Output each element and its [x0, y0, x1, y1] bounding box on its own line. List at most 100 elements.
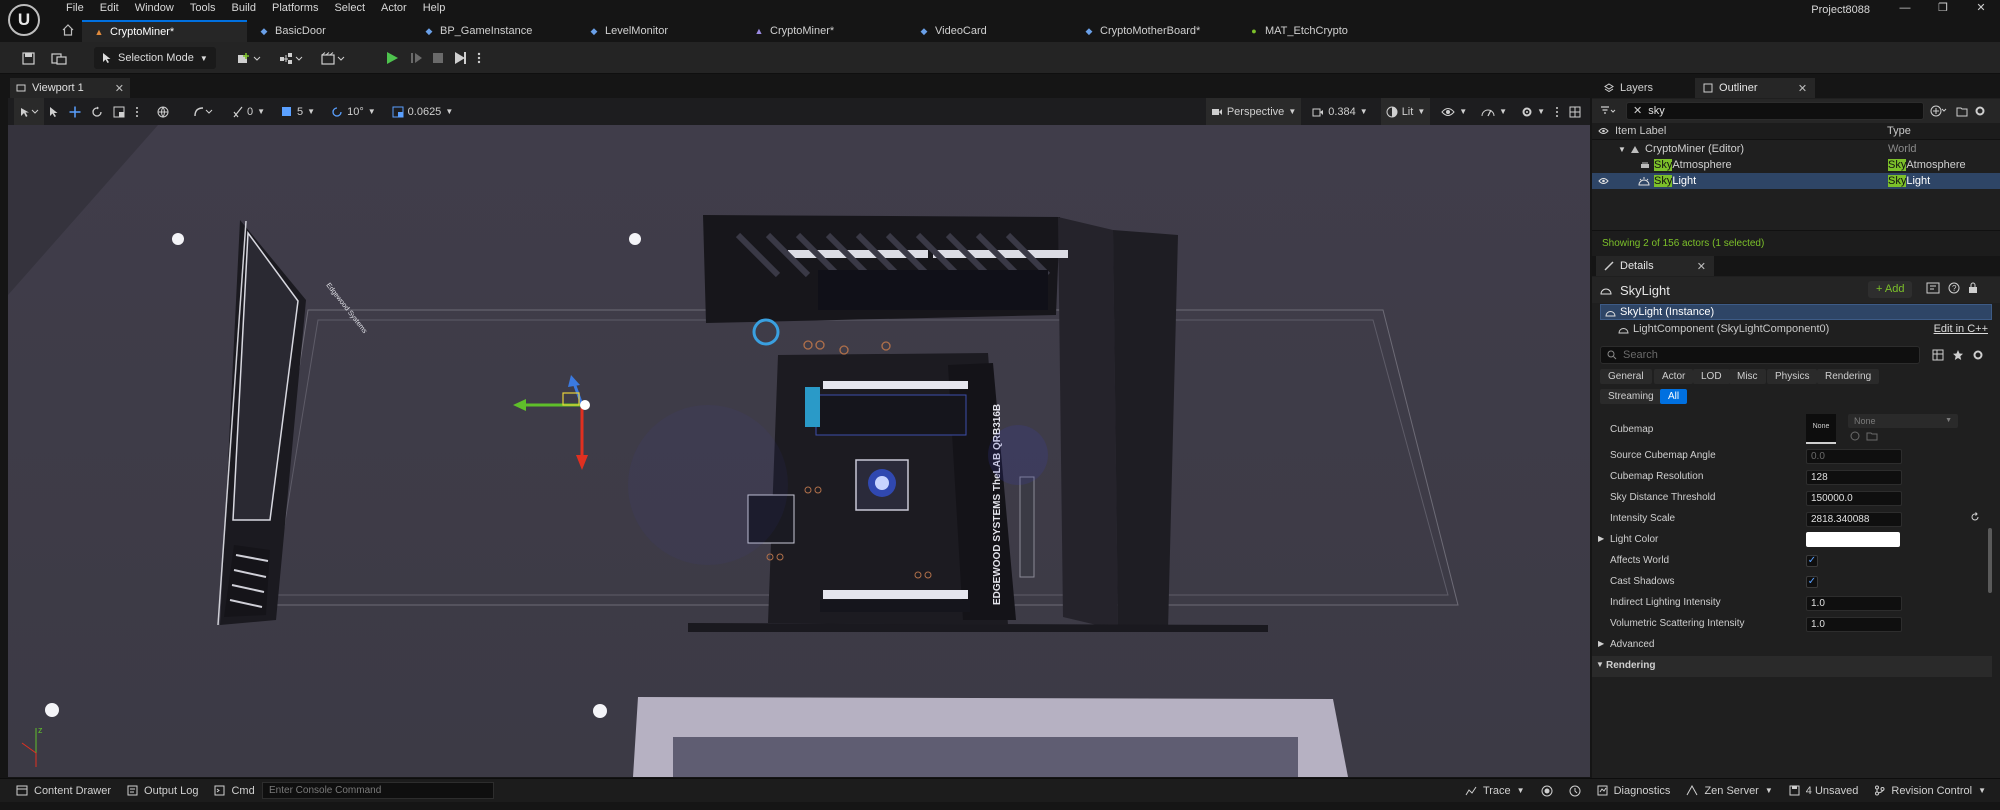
rotate-tool-icon[interactable] [86, 98, 108, 125]
tab-details[interactable]: Details ✕ [1596, 256, 1714, 276]
column-item-label[interactable]: Item Label [1615, 125, 1666, 137]
menu-file[interactable]: File [58, 0, 92, 17]
restore-icon[interactable]: ❐ [1924, 0, 1962, 17]
lock-icon[interactable] [1968, 282, 1978, 294]
grid-snap-dropdown[interactable]: 0.0625 ▼ [387, 98, 459, 125]
close-icon[interactable]: ✕ [1697, 260, 1706, 273]
record-icon[interactable] [1533, 779, 1561, 803]
close-icon[interactable]: ✕ [115, 82, 124, 95]
edit-in-cpp-link[interactable]: Edit in C++ [1934, 323, 1988, 335]
settings-icon[interactable] [1974, 105, 1986, 117]
surface-snap-toggle[interactable] [188, 98, 218, 125]
reset-to-default-icon[interactable] [1970, 512, 1980, 522]
table-view-icon[interactable] [1932, 349, 1944, 361]
menu-actor[interactable]: Actor [373, 0, 415, 17]
show-flags-dropdown[interactable]: ▼ [1436, 98, 1472, 125]
trace-dropdown[interactable]: Trace ▼ [1457, 779, 1533, 803]
add-filter-icon[interactable] [1930, 105, 1948, 117]
pause-play-icon[interactable] [406, 47, 426, 69]
menu-help[interactable]: Help [415, 0, 454, 17]
instance-row[interactable]: SkyLight (Instance) [1600, 304, 1992, 320]
visibility-eye-icon[interactable] [1598, 177, 1609, 185]
actor-name[interactable]: SkyLight [1620, 283, 1670, 298]
home-icon[interactable] [62, 24, 74, 36]
category-misc[interactable]: Misc [1729, 369, 1766, 384]
settings-icon[interactable] [1972, 349, 1984, 361]
favorites-star-icon[interactable] [1952, 349, 1964, 361]
source-cubemap-angle-field[interactable]: 0.0 [1806, 449, 1902, 464]
rotation-snap-dropdown[interactable]: 0 ▼ [228, 98, 270, 125]
add-component-button[interactable]: + Add [1868, 281, 1913, 298]
zen-server-dropdown[interactable]: Zen Server ▼ [1678, 779, 1780, 803]
component-row[interactable]: LightComponent (SkyLightComponent0) Edit… [1600, 321, 1992, 337]
more-icon[interactable] [130, 98, 144, 125]
category-physics[interactable]: Physics [1767, 369, 1818, 384]
scale-tool-icon[interactable] [108, 98, 130, 125]
tab-bp-gameinstance[interactable]: ◆ BP_GameInstance [412, 20, 577, 42]
viewport-settings-dropdown[interactable]: ▼ [1516, 98, 1550, 125]
clear-search-icon[interactable]: ✕ [1633, 103, 1642, 119]
details-scrollbar[interactable] [1988, 528, 1992, 593]
menu-tools[interactable]: Tools [182, 0, 224, 17]
tab-cryptominer-2[interactable]: ▲ CryptoMiner* [742, 20, 907, 42]
unsaved-button[interactable]: 4 Unsaved [1781, 779, 1867, 803]
blueprint-icon[interactable] [1926, 282, 1940, 294]
chevron-down-icon[interactable]: ▼ [1618, 145, 1626, 154]
help-icon[interactable]: ? [1948, 282, 1960, 294]
tab-layers[interactable]: Layers [1596, 78, 1661, 98]
stop-icon[interactable] [428, 47, 448, 69]
tab-levelmonitor[interactable]: ◆ LevelMonitor [577, 20, 742, 42]
tab-cryptominer[interactable]: ▲ CryptoMiner* [82, 20, 247, 42]
translate-tool-icon[interactable] [64, 98, 86, 125]
world-local-toggle[interactable] [152, 98, 174, 125]
perspective-dropdown[interactable]: Perspective ▼ [1205, 98, 1302, 125]
revision-control-dropdown[interactable]: Revision Control ▼ [1866, 779, 1994, 803]
select-tool-icon[interactable] [44, 98, 64, 125]
outliner-row-skylight[interactable]: SkyLight SkyLight [1592, 173, 2000, 189]
tab-mat-etchcrypto[interactable]: ● MAT_EtchCrypto [1237, 20, 1402, 42]
more-options-icon[interactable] [470, 47, 488, 69]
cubemap-thumbnail[interactable]: None [1806, 414, 1836, 444]
light-color-swatch[interactable] [1806, 532, 1900, 547]
tab-viewport-1[interactable]: Viewport 1 ✕ [10, 78, 130, 98]
tab-cryptomotherboard[interactable]: ◆ CryptoMotherBoard* [1072, 20, 1237, 42]
blueprint-menu-icon[interactable] [276, 47, 306, 69]
category-all[interactable]: All [1660, 389, 1688, 404]
details-search-input[interactable]: Search [1600, 346, 1920, 364]
realtime-dropdown[interactable]: ▼ [1476, 98, 1512, 125]
console-command-input[interactable]: Enter Console Command [262, 782, 494, 799]
use-selected-asset-icon[interactable] [1850, 431, 1860, 441]
intensity-scale-field[interactable]: 2818.340088 [1806, 512, 1902, 527]
sky-distance-threshold-field[interactable]: 150000.0 [1806, 491, 1902, 506]
eject-icon[interactable] [450, 47, 470, 69]
layout-icon[interactable] [1564, 98, 1586, 125]
column-type[interactable]: Type [1887, 125, 1911, 137]
outliner-row-skyatmosphere[interactable]: SkyAtmosphere SkyAtmosphere [1592, 157, 2000, 173]
menu-build[interactable]: Build [224, 0, 264, 17]
diagnostics-button[interactable]: Diagnostics [1589, 779, 1679, 803]
category-actor[interactable]: Actor [1654, 369, 1694, 384]
section-rendering[interactable]: ▼ Rendering [1592, 656, 1992, 677]
angle-snap-dropdown[interactable]: 10° ▼ [326, 98, 381, 125]
play-icon[interactable] [382, 47, 402, 69]
outliner-search-input[interactable]: ✕ sky [1626, 102, 1924, 120]
transform-mode-menu[interactable] [14, 98, 44, 125]
menu-select[interactable]: Select [326, 0, 373, 17]
tab-basicdoor[interactable]: ◆ BasicDoor [247, 20, 412, 42]
indirect-lighting-intensity-field[interactable]: 1.0 [1806, 596, 1902, 611]
scale-snap-dropdown[interactable]: 5 ▼ [276, 98, 320, 125]
cubemap-asset-dropdown[interactable]: None ▼ [1848, 414, 1958, 428]
save-icon[interactable] [18, 47, 38, 69]
close-icon[interactable]: ✕ [1798, 82, 1807, 95]
outliner-row-world[interactable]: ▼ CryptoMiner (Editor) World [1592, 141, 2000, 157]
content-browser-icon[interactable] [48, 47, 70, 69]
category-general[interactable]: General [1600, 369, 1652, 384]
selection-mode-dropdown[interactable]: Selection Mode ▼ [94, 47, 216, 69]
cubemap-resolution-field[interactable]: 128 [1806, 470, 1902, 485]
menu-platforms[interactable]: Platforms [264, 0, 326, 17]
folder-add-icon[interactable] [1956, 106, 1968, 117]
browse-asset-icon[interactable] [1866, 431, 1878, 441]
lit-mode-dropdown[interactable]: Lit ▼ [1380, 98, 1431, 125]
section-advanced[interactable]: ▶ Advanced [1592, 635, 1992, 656]
volumetric-scattering-intensity-field[interactable]: 1.0 [1806, 617, 1902, 632]
